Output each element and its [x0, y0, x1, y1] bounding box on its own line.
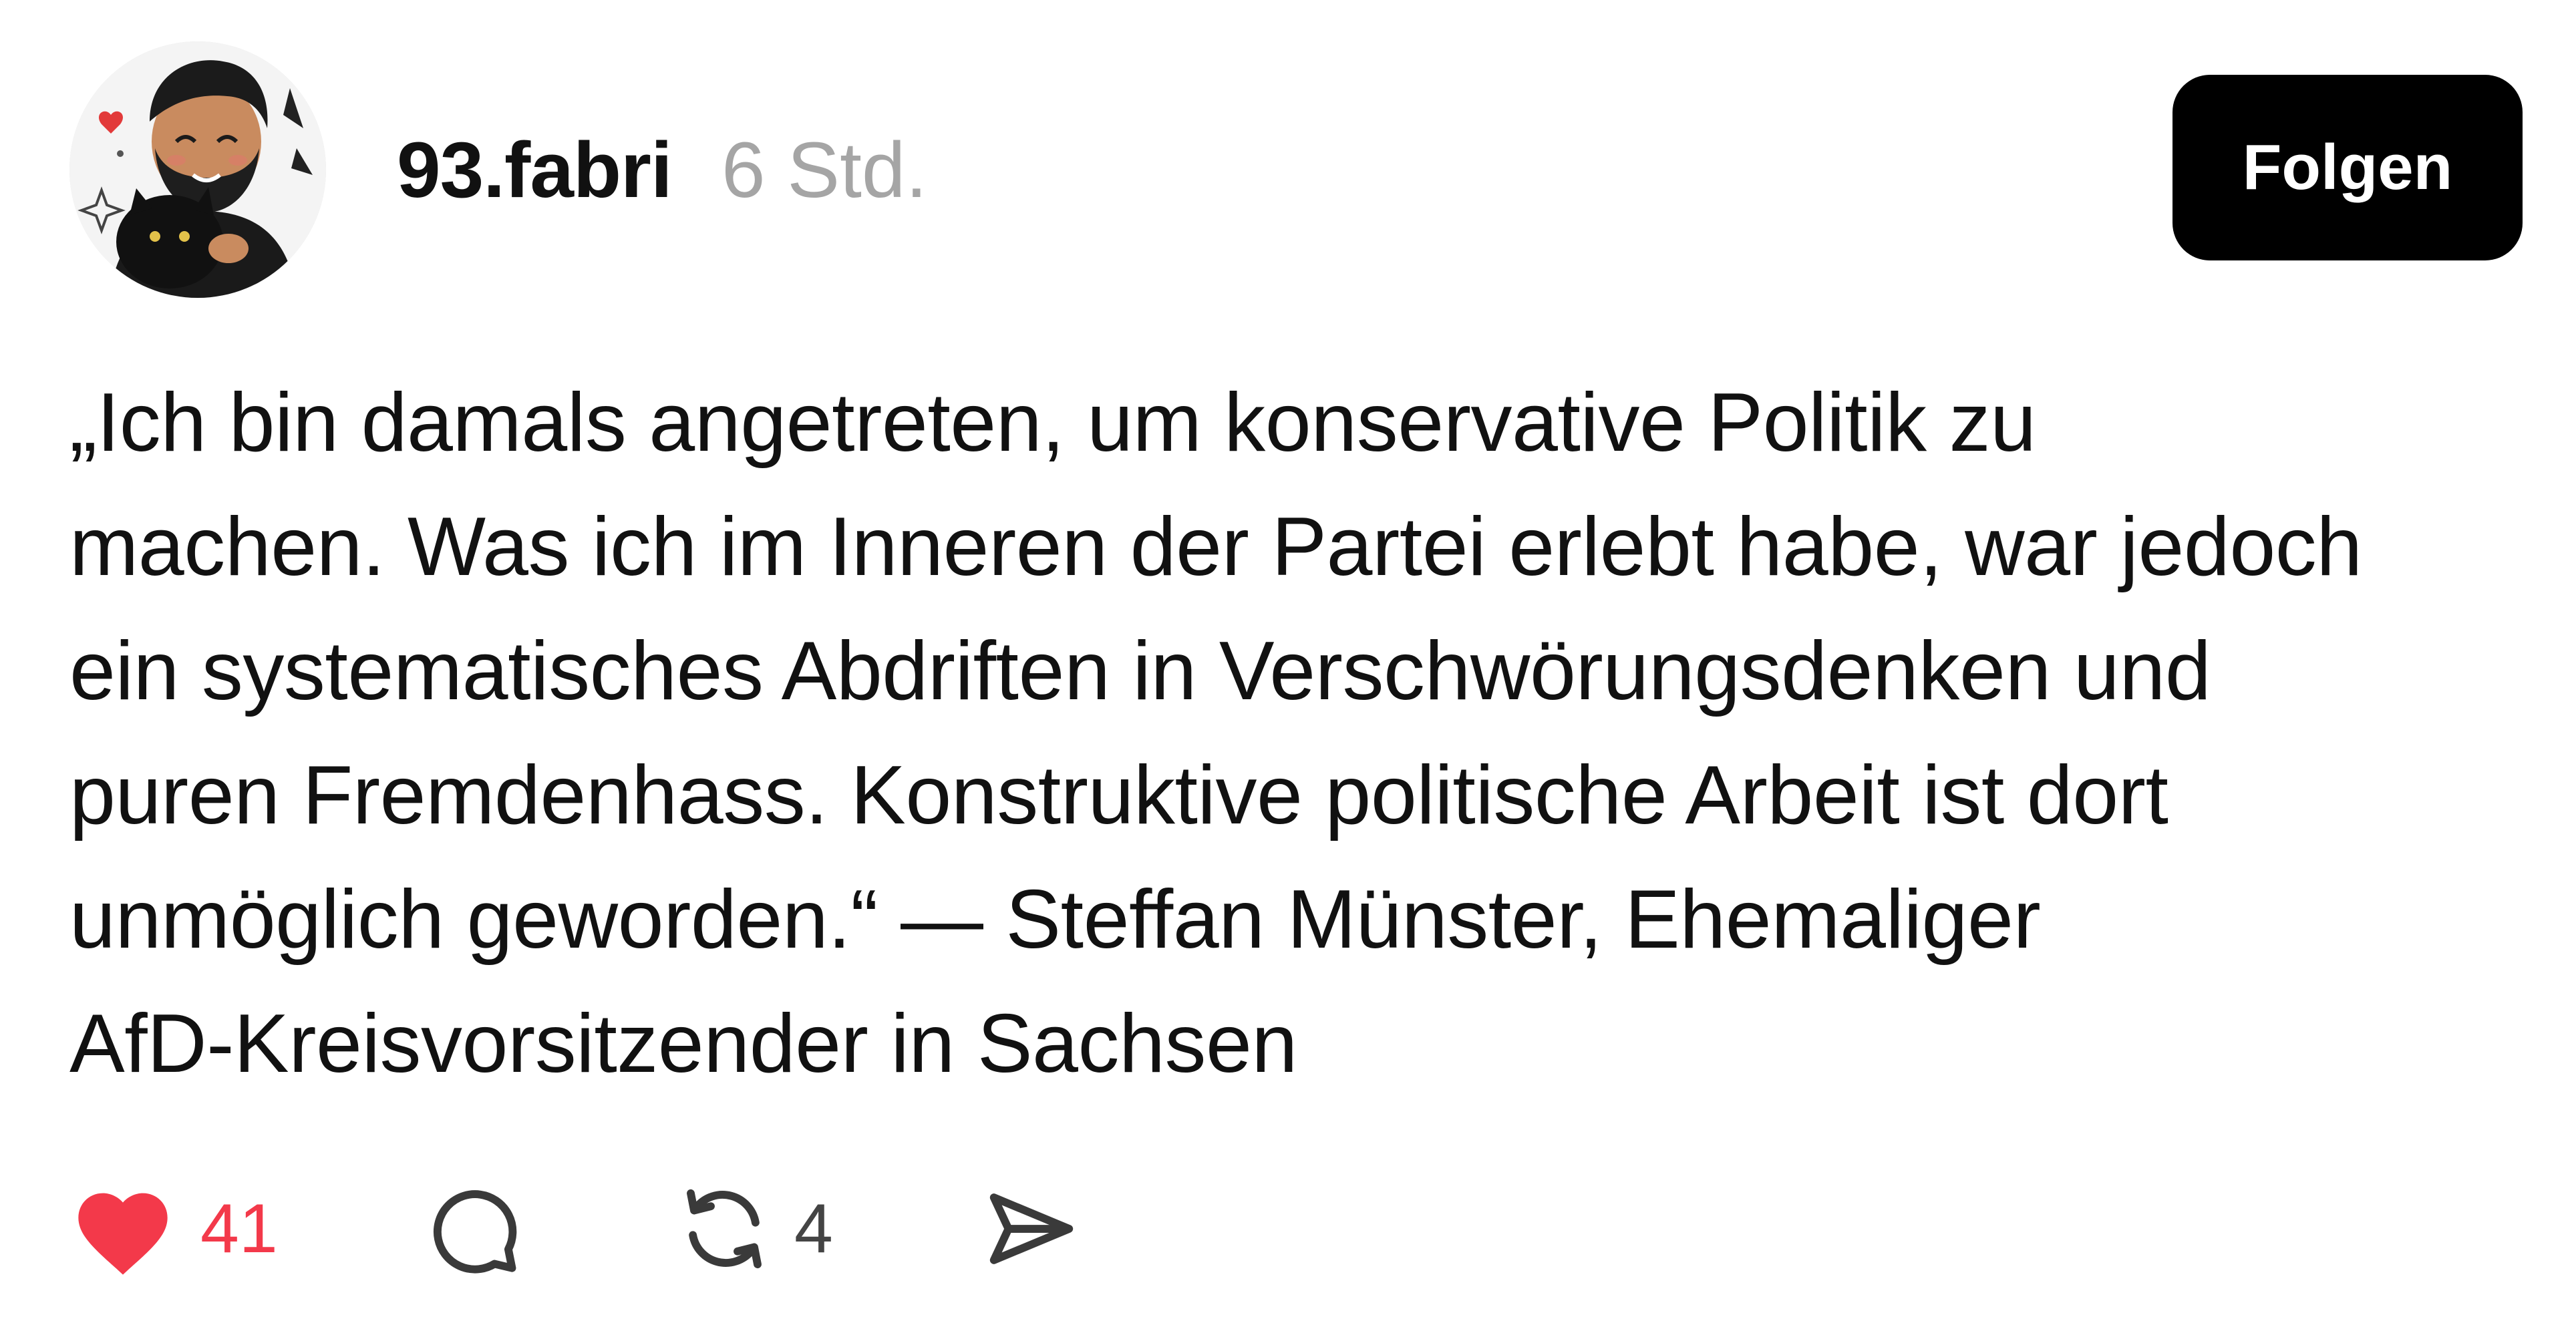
follow-button[interactable]: Folgen — [2172, 75, 2523, 260]
comment-bubble-icon — [424, 1179, 524, 1279]
avatar[interactable] — [69, 41, 326, 298]
post-card: 93.fabri 6 Std. Folgen „Ich bin damals a… — [0, 0, 2576, 1333]
action-bar: 41 4 — [69, 1162, 1205, 1296]
avatar-illustration — [69, 41, 326, 298]
post-text-line: „Ich bin damals angetreten, um konservat… — [69, 377, 2036, 469]
author-username[interactable]: 93.fabri — [397, 124, 673, 217]
like-count: 41 — [200, 1190, 278, 1268]
post-text: „Ich bin damals angetreten, um konservat… — [69, 361, 2474, 1106]
share-button[interactable] — [981, 1162, 1082, 1296]
send-icon — [981, 1179, 1082, 1279]
post-text-line: AfD-Kreisvorsitzender in Sachsen — [69, 998, 1297, 1090]
post-text-line: ein systematisches Abdriften in Verschwö… — [69, 625, 2211, 717]
repost-button[interactable]: 4 — [674, 1162, 833, 1296]
post-timestamp: 6 Std. — [721, 126, 928, 214]
comment-button[interactable] — [424, 1162, 524, 1296]
post-text-line: unmöglich geworden.“ — Steffan Münster, … — [69, 874, 2041, 966]
repost-icon — [674, 1179, 774, 1279]
post-text-line: machen. Was ich im Inneren der Partei er… — [69, 501, 2362, 593]
heart-filled-icon — [69, 1179, 176, 1279]
like-button[interactable]: 41 — [69, 1162, 278, 1296]
post-text-line: puren Fremdenhass. Konstruktive politisc… — [69, 749, 2168, 841]
repost-count: 4 — [794, 1190, 833, 1268]
